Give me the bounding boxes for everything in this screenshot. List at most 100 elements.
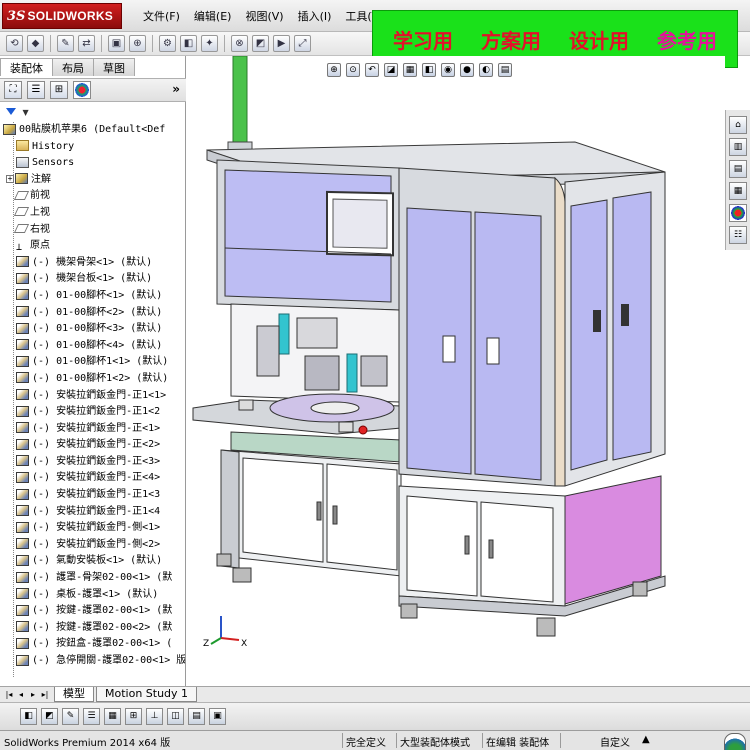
smart-fastener-icon[interactable]: ⚙	[159, 35, 176, 52]
door-handle	[316, 501, 322, 521]
filter-icon[interactable]	[6, 108, 16, 115]
bottom-toolbar: ◧ ◩ ✎ ☰ ▦ ⊞ ⊥ ◫ ▤ ▣	[0, 702, 750, 730]
insert-component-icon[interactable]: ▣	[108, 35, 125, 52]
show-hidden-icon[interactable]: ✦	[201, 35, 218, 52]
status-dropdown-icon[interactable]: ▲	[642, 734, 650, 745]
axis-icon[interactable]: ⊥	[146, 708, 163, 725]
door-handle	[464, 535, 470, 555]
tree-item[interactable]: (-) 按鍵-護罩02-00<2> (默	[0, 620, 185, 637]
annotation-icon	[15, 173, 28, 185]
tree-item[interactable]: (-) 01-00腳杯<1> (默认)	[0, 288, 185, 305]
tree-item[interactable]: (-) 01-00腳杯<3> (默认)	[0, 321, 185, 338]
tree-item[interactable]: History	[0, 139, 185, 156]
grid-icon[interactable]: ▦	[104, 708, 121, 725]
tree-item[interactable]: (-) 安裝拉鍆鈑金門-正<3>	[0, 454, 185, 471]
tab-model[interactable]: 模型	[54, 687, 94, 702]
tree-item[interactable]: (-) 安裝拉鍆鈑金門-正1<1>	[0, 388, 185, 405]
tree-item[interactable]: (-) 01-00腳杯<4> (默认)	[0, 338, 185, 355]
dimension-icon[interactable]: ⊞	[125, 708, 142, 725]
first-tab-icon[interactable]: |◂	[4, 690, 14, 700]
logo-ds: 3S	[7, 8, 26, 24]
sketch-icon[interactable]: ✎	[62, 708, 79, 725]
table-icon[interactable]: ▤	[188, 708, 205, 725]
tree-root[interactable]: 00貼膜机苹果6 (Default<Def	[0, 122, 185, 139]
menu-file[interactable]: 文件(F)	[136, 8, 187, 24]
help-icon[interactable]	[724, 733, 746, 750]
tree-item[interactable]: (-) 01-00腳杯<2> (默认)	[0, 305, 185, 322]
cyan-actuator-2	[346, 353, 358, 393]
appearances-icon[interactable]	[729, 204, 747, 222]
list-icon[interactable]: ☰	[83, 708, 100, 725]
last-tab-icon[interactable]: ▸|	[40, 690, 50, 700]
tree-item[interactable]: (-) 01-00腳杯1<1> (默认)	[0, 354, 185, 371]
move-component-icon[interactable]: ◧	[180, 35, 197, 52]
expand-icon[interactable]: +	[6, 174, 14, 183]
tree-item[interactable]: (-) 護罩-骨架02-00<1> (默	[0, 570, 185, 587]
resources-icon[interactable]: ⌂	[729, 116, 747, 134]
graphics-area[interactable]: ⊕ ⊙ ↶ ◪ ▦ ◧ ◉ ● ◐ ▤ Z X	[187, 56, 725, 686]
tree-item[interactable]: (-) 氣動安裝板<1> (默认)	[0, 553, 185, 570]
tree-item-label: (-) 急停開關-護罩02-00<1> 版	[32, 655, 185, 666]
tree-item[interactable]: (-) 安裝拉鍆鈑金門-正1<4	[0, 504, 185, 521]
view-cube-icon[interactable]: ◫	[167, 708, 184, 725]
options-icon[interactable]: ◆	[27, 35, 44, 52]
tree-item[interactable]: (-) 機架台板<1> (默认)	[0, 271, 185, 288]
tree-item[interactable]: (-) 安裝拉鍆鈑金門-正<4>	[0, 470, 185, 487]
tree-item[interactable]: (-) 安裝拉鍆鈑金門-側<2>	[0, 537, 185, 554]
solidworks-logo[interactable]: 3S SOLIDWORKS	[2, 3, 122, 29]
tree-item[interactable]: + 注解	[0, 172, 185, 189]
tab-layout[interactable]: 布局	[52, 58, 94, 76]
status-custom[interactable]: 自定义	[600, 734, 630, 749]
file-explorer-icon[interactable]: ▤	[729, 160, 747, 178]
filter-dropdown-icon[interactable]: ▼	[23, 108, 29, 117]
tree-item[interactable]: (-) 急停開關-護罩02-00<1> 版	[0, 653, 185, 670]
tree-item[interactable]: (-) 安裝拉鍆鈑金門-正1<2	[0, 404, 185, 421]
tree-item[interactable]: (-) 桌板-護罩<1> (默认)	[0, 587, 185, 604]
menu-insert[interactable]: 插入(I)	[291, 8, 339, 24]
measure-icon[interactable]: ✎	[57, 35, 74, 52]
assembly-icon[interactable]: ◩	[41, 708, 58, 725]
rebuild-icon[interactable]: ⟲	[6, 35, 23, 52]
design-library-icon[interactable]: ▥	[729, 138, 747, 156]
custom-properties-icon[interactable]: ☷	[729, 226, 747, 244]
tree-item[interactable]: (-) 安裝拉鍆鈑金門-側<1>	[0, 520, 185, 537]
explode-view-icon[interactable]: ⤢	[294, 35, 311, 52]
button-box	[338, 421, 354, 433]
part-icon[interactable]: ◧	[20, 708, 37, 725]
tree-item[interactable]: (-) 按鍵-護罩02-00<1> (默	[0, 603, 185, 620]
tree-item[interactable]: 右视	[0, 222, 185, 239]
assembly-features-icon[interactable]: ⊗	[231, 35, 248, 52]
display-manager-icon[interactable]	[73, 81, 91, 99]
edit-component-icon[interactable]: ⊕	[129, 35, 146, 52]
tree-item[interactable]: 上视	[0, 205, 185, 222]
tree-item[interactable]: (-) 01-00腳杯1<2> (默认)	[0, 371, 185, 388]
prev-tab-icon[interactable]: ◂	[16, 690, 26, 700]
reference-geometry-icon[interactable]: ◩	[252, 35, 269, 52]
menu-view[interactable]: 视图(V)	[238, 8, 290, 24]
tab-sketch[interactable]: 草图	[93, 58, 135, 76]
mate-icon[interactable]: ⇄	[78, 35, 95, 52]
asm-icon	[16, 256, 29, 268]
new-motion-study-icon[interactable]: ▶	[273, 35, 290, 52]
panel-expand-chevron-icon[interactable]: »	[172, 82, 180, 96]
menu-edit[interactable]: 编辑(E)	[187, 8, 239, 24]
tree-item[interactable]: (-) 安裝拉鍆鈑金門-正1<3	[0, 487, 185, 504]
tree-item[interactable]: Sensors	[0, 155, 185, 172]
tree-item[interactable]: (-) 按鈕盒-護罩02-00<1> (	[0, 636, 185, 653]
feature-manager-icon[interactable]: ⛶	[4, 81, 22, 99]
tree-item[interactable]: (-) 安裝拉鍆鈑金門-正<2>	[0, 437, 185, 454]
tree-item[interactable]: 前视	[0, 188, 185, 205]
image-icon[interactable]: ▣	[209, 708, 226, 725]
configuration-manager-icon[interactable]: ⊞	[50, 81, 68, 99]
tab-motion-study[interactable]: Motion Study 1	[96, 687, 198, 702]
tab-assembly[interactable]: 装配体	[0, 58, 53, 76]
tree-item[interactable]: ⊥ 原点	[0, 238, 185, 255]
property-manager-icon[interactable]: ☰	[27, 81, 45, 99]
tree-filter[interactable]: ▼	[0, 103, 186, 121]
tree-item-label: (-) 安裝拉鍆鈑金門-正1<3	[32, 489, 161, 501]
next-tab-icon[interactable]: ▸	[28, 690, 38, 700]
tree-item[interactable]: (-) 機架骨架<1> (默认)	[0, 255, 185, 272]
tree-item[interactable]: (-) 安裝拉鍆鈑金門-正<1>	[0, 421, 185, 438]
asm-icon	[16, 438, 29, 450]
view-palette-icon[interactable]: ▦	[729, 182, 747, 200]
